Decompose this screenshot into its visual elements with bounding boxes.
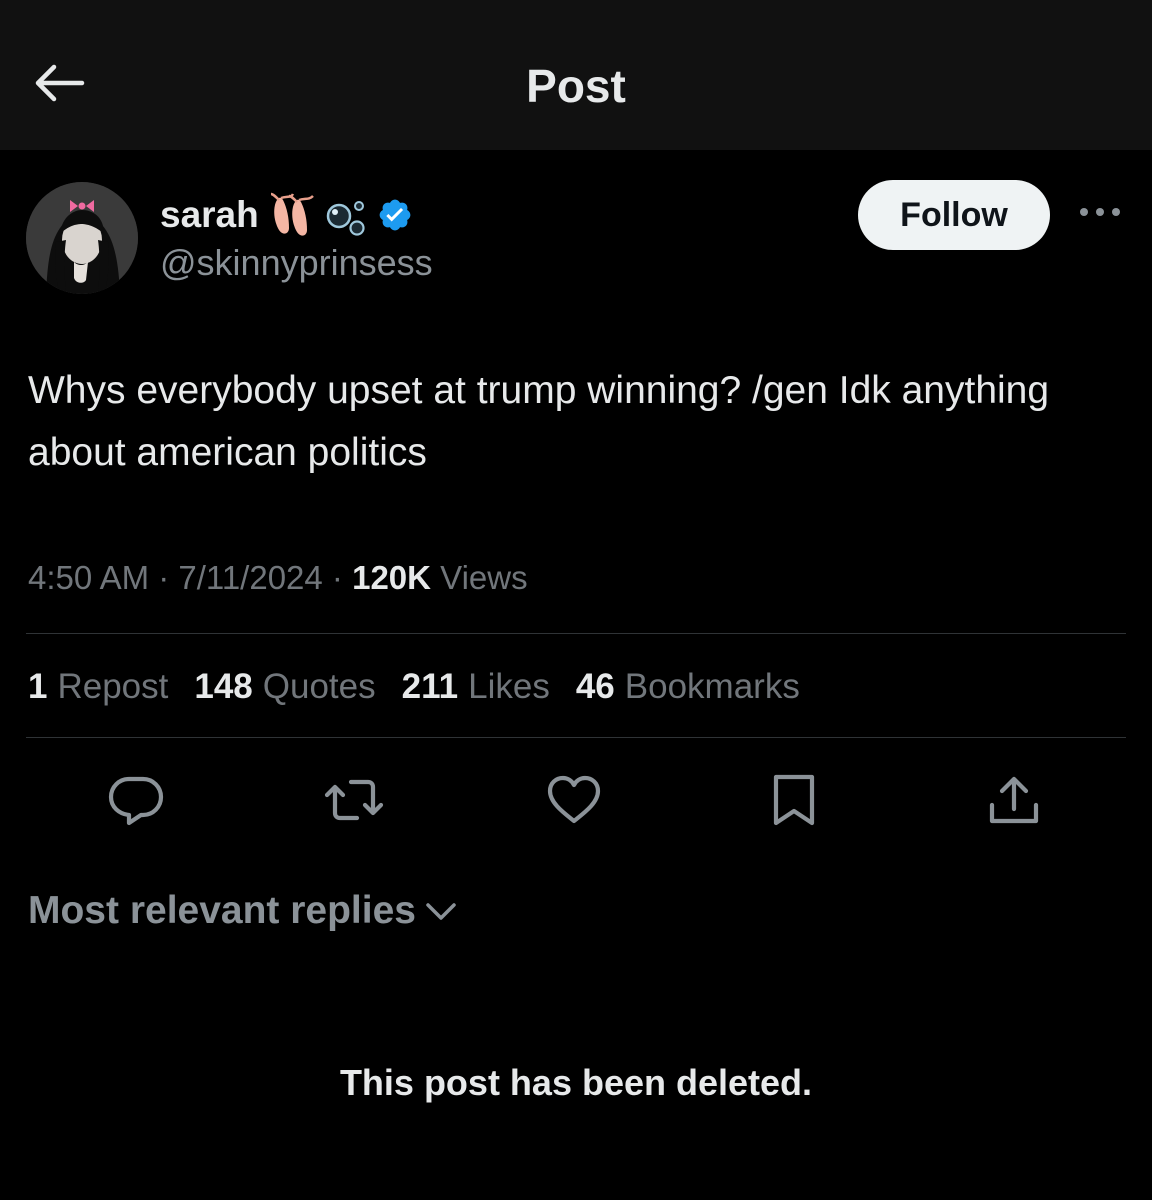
avatar-image bbox=[26, 182, 138, 294]
repost-icon bbox=[323, 773, 385, 832]
deleted-post-notice: This post has been deleted. bbox=[339, 1062, 813, 1103]
post-time[interactable]: 4:50 AM bbox=[28, 559, 149, 596]
stat-quotes[interactable]: 148 Quotes bbox=[194, 664, 375, 710]
post-metadata: 4:50 AM · 7/11/2024 · 120K Views bbox=[28, 556, 528, 600]
like-icon bbox=[544, 773, 604, 832]
reply-button[interactable] bbox=[104, 770, 168, 834]
more-options-button[interactable] bbox=[1072, 196, 1128, 232]
stat-count: 211 bbox=[401, 667, 459, 706]
author-handle[interactable]: @skinnyprinsess bbox=[160, 240, 433, 286]
stat-label: Likes bbox=[468, 667, 550, 706]
divider bbox=[26, 633, 1126, 634]
chevron-down-icon bbox=[424, 899, 458, 923]
replies-sort-dropdown[interactable]: Most relevant replies bbox=[28, 886, 458, 936]
author-name-row[interactable]: sarah bbox=[160, 192, 413, 238]
follow-button[interactable]: Follow bbox=[858, 180, 1050, 250]
avatar[interactable] bbox=[26, 182, 138, 294]
stat-likes[interactable]: 211 Likes bbox=[402, 664, 550, 710]
stat-label: Repost bbox=[57, 667, 169, 706]
stat-count: 1 bbox=[28, 667, 48, 706]
stat-bookmarks[interactable]: 46 Bookmarks bbox=[576, 664, 800, 710]
bubbles-emoji bbox=[323, 192, 371, 238]
divider bbox=[26, 737, 1126, 738]
share-icon bbox=[986, 771, 1042, 834]
views-count: 120K bbox=[352, 559, 431, 596]
engagement-stats: 1 Repost 148 Quotes 211 Likes 46 Bookmarks bbox=[28, 664, 826, 710]
views-label: Views bbox=[440, 559, 528, 596]
ballet-shoes-emoji bbox=[269, 192, 317, 238]
page-title: Post bbox=[526, 60, 626, 112]
post-date[interactable]: 7/11/2024 bbox=[178, 559, 322, 596]
reply-icon bbox=[107, 773, 165, 832]
stat-label: Bookmarks bbox=[624, 667, 800, 706]
stat-count: 46 bbox=[575, 667, 615, 706]
share-button[interactable] bbox=[982, 770, 1046, 834]
separator-dot: · bbox=[149, 559, 179, 596]
separator-dot: · bbox=[322, 559, 353, 596]
verified-badge-icon bbox=[377, 197, 413, 233]
stat-label: Quotes bbox=[262, 667, 376, 706]
like-button[interactable] bbox=[542, 770, 606, 834]
more-dots-icon bbox=[1078, 205, 1122, 223]
bookmark-button[interactable] bbox=[762, 770, 826, 834]
replies-sort-label: Most relevant replies bbox=[28, 889, 416, 932]
stat-reposts[interactable]: 1 Repost bbox=[28, 664, 168, 710]
top-app-bar: Post bbox=[0, 0, 1152, 150]
repost-button[interactable] bbox=[322, 770, 386, 834]
post-text: Whys everybody upset at trump winning? /… bbox=[28, 369, 1050, 474]
stat-count: 148 bbox=[194, 667, 253, 706]
author-display-name: sarah bbox=[160, 194, 259, 235]
bookmark-icon bbox=[770, 771, 818, 834]
